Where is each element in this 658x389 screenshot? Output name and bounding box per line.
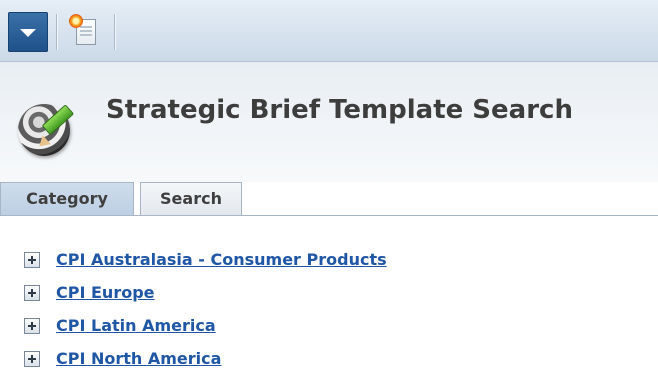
plus-expander-icon[interactable] [24,285,40,301]
tab-search[interactable]: Search [140,182,242,215]
toolbar-separator [114,14,115,50]
tree-item-link[interactable]: CPI Europe [56,281,155,305]
strategic-brief-icon [16,100,78,162]
new-star-icon [69,14,83,28]
tree-item-link[interactable]: CPI Australasia - Consumer Products [56,248,387,272]
plus-expander-icon[interactable] [24,252,40,268]
new-document-button[interactable] [64,12,104,52]
toolbar-separator [56,14,57,50]
tab-category[interactable]: Category [0,182,134,215]
tab-bar: Category Search [0,182,658,216]
tree-item-link[interactable]: CPI Latin America [56,314,216,338]
dropdown-caret-icon [20,29,36,37]
toolbar [0,0,658,62]
tree-item-link[interactable]: CPI North America [56,347,221,371]
plus-expander-icon[interactable] [24,318,40,334]
page-title: Strategic Brief Template Search [106,95,573,125]
menu-dropdown-button[interactable] [8,12,48,52]
plus-expander-icon[interactable] [24,351,40,367]
